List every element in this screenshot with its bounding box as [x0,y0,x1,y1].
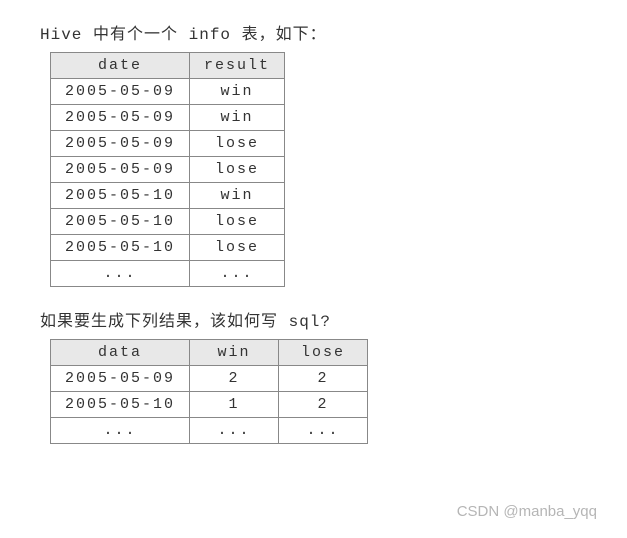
table-row: ...... [51,261,285,287]
cell: lose [190,209,285,235]
cell: win [190,183,285,209]
cell: 2 [190,366,279,392]
cell: lose [190,235,285,261]
col-result: result [190,53,285,79]
table-row: 2005-05-10lose [51,209,285,235]
cell: ... [190,261,285,287]
table-row: 2005-05-09lose [51,157,285,183]
cell: win [190,105,285,131]
table-header-row: date result [51,53,285,79]
cell: 2005-05-09 [51,131,190,157]
cell: 2005-05-10 [51,235,190,261]
watermark: CSDN @manba_yqq [457,503,597,520]
table-row: 2005-05-09win [51,105,285,131]
cell: win [190,79,285,105]
cell: 2005-05-09 [51,157,190,183]
result-table: data win lose 2005-05-0922 2005-05-1012 … [50,339,368,444]
cell: ... [51,418,190,444]
table-row: 2005-05-10lose [51,235,285,261]
col-data: data [51,340,190,366]
table-row: 2005-05-09win [51,79,285,105]
table-row: 2005-05-0922 [51,366,368,392]
cell: 2005-05-09 [51,105,190,131]
cell: lose [190,131,285,157]
table-row: 2005-05-10win [51,183,285,209]
col-lose: lose [279,340,368,366]
col-date: date [51,53,190,79]
info-table: date result 2005-05-09win 2005-05-09win … [50,52,285,287]
intro-text-1: Hive 中有个一个 info 表，如下： [40,20,587,44]
table-row: 2005-05-1012 [51,392,368,418]
col-win: win [190,340,279,366]
table-header-row: data win lose [51,340,368,366]
cell: 2005-05-09 [51,79,190,105]
cell: 2005-05-10 [51,183,190,209]
cell: ... [279,418,368,444]
cell: 2005-05-09 [51,366,190,392]
cell: lose [190,157,285,183]
cell: ... [190,418,279,444]
intro-text-2: 如果要生成下列结果，该如何写 sql? [40,307,587,331]
cell: 1 [190,392,279,418]
cell: 2005-05-10 [51,209,190,235]
cell: 2 [279,392,368,418]
table-row: 2005-05-09lose [51,131,285,157]
table-row: ......... [51,418,368,444]
cell: 2 [279,366,368,392]
cell: 2005-05-10 [51,392,190,418]
cell: ... [51,261,190,287]
